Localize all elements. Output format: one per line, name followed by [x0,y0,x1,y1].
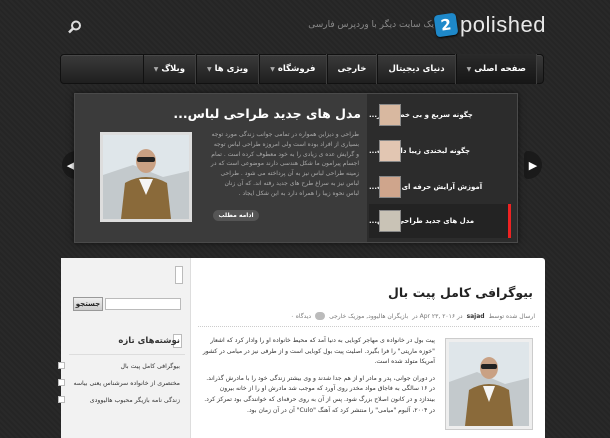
post: بیوگرافی کامل پیت بال ارسال شده توسط saj… [192,258,545,438]
nav-item-blog[interactable]: وبلاگ ▼ [142,54,196,84]
post-paragraph: پیت بول در خانواده ی مهاجر کوبایی به دنی… [202,337,435,366]
slider-list-item[interactable]: چگونه سریع و بی خطر لاغر... [369,98,511,132]
nav-item-label: وبلاگ [161,64,185,74]
site-logo[interactable]: 2 polished [433,12,546,38]
search-icon[interactable] [68,20,82,34]
post-paragraph: در دوران جوانی، پدر و مادر او از هم جدا … [204,374,435,414]
chevron-down-icon: ▼ [153,65,159,73]
post-comments-link[interactable]: دیدگاه ۰ [291,313,311,320]
slider-list-item[interactable]: چگونه لبخندی زیبا داشته ب... [369,134,511,168]
slider-thumbnail [379,176,401,198]
post-meta: ارسال شده توسط sajad در Apr ۲۳, ۲۰۱۶ در … [291,312,535,320]
logo-badge: 2 [433,12,459,38]
search-input[interactable] [105,298,181,310]
nav-item-label: خارجی [337,64,367,74]
site-tagline: یک سایت دیگر با وردپرس فارسی [308,20,434,30]
nav-item-features[interactable]: ویژی ها ▼ [195,54,260,84]
recent-post-link[interactable]: زندگی نامه بازیگر محبوب هالیوودی [58,396,180,405]
bullet-icon [58,379,65,386]
slide-excerpt: طراحی و دیزاین همواره در تمامی جوانب زند… [210,131,359,197]
chevron-down-icon: ▼ [466,65,472,73]
post-title[interactable]: بیوگرافی کامل پیت بال [388,285,533,300]
slide-image[interactable] [100,132,192,222]
chevron-right-icon: ▶ [528,158,538,172]
bullet-icon [58,396,65,403]
nav-item-label: ویژی ها [214,64,249,74]
main-nav: صفحه اصلی ▼ دنیای دیجیتال خارجی فروشگاه ▼ … [60,54,544,84]
slide-title[interactable]: مدل های جدید طراحی لباس... [173,106,361,121]
content-area: جستجو نوشته‌های تازه بیوگرافی کامل پیت ب… [58,258,545,438]
post-date: در Apr ۲۳, ۲۰۱۶ در [412,312,463,320]
bullet-icon [58,362,65,369]
nav-item-foreign[interactable]: خارجی [326,54,378,84]
post-category-link[interactable]: بازیگران هالیوود, موزیک خارجی [329,313,408,320]
chevron-down-icon: ▼ [270,65,275,73]
recent-posts-list: بیوگرافی کامل پیت بال مختصری از خانواده … [58,362,180,413]
widget-icon [175,266,183,284]
recent-post-link[interactable]: مختصری از خانواده سرشناس یعنی بیاسه [58,379,180,388]
nav-item-shop[interactable]: فروشگاه ▼ [259,54,327,84]
slider-list: چگونه سریع و بی خطر لاغر... چگونه لبخندی… [367,94,517,242]
nav-item-label: دنیای دیجیتال [388,64,445,74]
slider-list-item-active[interactable]: مدل های جدید طراحی لباس... [369,204,511,238]
nav-item-label: صفحه اصلی [474,64,526,74]
slider-next-button[interactable]: ▶ [524,151,542,179]
chevron-down-icon: ▼ [206,65,212,73]
read-more-button[interactable]: ادامه مطلب [213,210,259,221]
nav-item-label: فروشگاه [277,64,316,74]
comment-icon [315,312,326,320]
post-content: پیت بول در خانواده ی مهاجر کوبایی به دنی… [202,336,435,422]
meta-prefix: ارسال شده توسط [488,312,535,320]
slider-thumbnail [379,104,401,126]
recent-post-link[interactable]: بیوگرافی کامل پیت بال [58,362,180,371]
featured-slider: مدل های جدید طراحی لباس... طراحی و دیزای… [74,93,518,243]
recent-posts-heading: نوشته‌های تازه [118,336,180,346]
divider [69,354,185,355]
sidebar: جستجو نوشته‌های تازه بیوگرافی کامل پیت ب… [58,258,191,438]
slider-thumbnail [379,210,401,232]
recent-post-label: بیوگرافی کامل پیت بال [120,363,180,370]
post-image[interactable] [445,338,533,430]
nav-item-digital-world[interactable]: دنیای دیجیتال [377,54,456,84]
nav-item-home[interactable]: صفحه اصلی ▼ [455,54,537,84]
recent-post-label: زندگی نامه بازیگر محبوب هالیوودی [89,397,180,404]
logo-text: polished [460,12,546,37]
divider [198,326,539,327]
post-author-link[interactable]: sajad [467,313,485,320]
slider-main: مدل های جدید طراحی لباس... طراحی و دیزای… [75,94,367,242]
recent-post-label: مختصری از خانواده سرشناس یعنی بیاسه [73,380,180,387]
search-button[interactable]: جستجو [73,297,103,311]
slider-thumbnail [379,140,401,162]
slider-list-item[interactable]: آموزش آرایش حرفه ای صورت... [369,170,511,204]
